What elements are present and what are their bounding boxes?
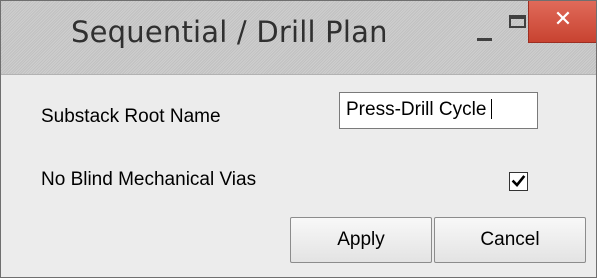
substack-root-name-value: Press-Drill Cycle: [346, 99, 487, 120]
text-caret: [491, 99, 493, 119]
cancel-button[interactable]: Cancel: [434, 217, 586, 263]
close-button[interactable]: ✕: [528, 1, 596, 43]
no-blind-mechanical-vias-checkbox[interactable]: [509, 172, 528, 191]
minimize-icon: [477, 38, 492, 41]
substack-root-name-input[interactable]: Press-Drill Cycle: [339, 92, 538, 129]
maximize-icon: [509, 15, 526, 28]
close-icon: ✕: [553, 7, 573, 32]
checkmark-icon: [511, 175, 526, 187]
window-title: Sequential / Drill Plan: [71, 15, 388, 49]
dialog-window: Sequential / Drill Plan ✕ Substack Root …: [0, 0, 597, 278]
title-bar[interactable]: Sequential / Drill Plan ✕: [1, 1, 596, 75]
substack-root-name-label: Substack Root Name: [41, 106, 221, 127]
apply-button[interactable]: Apply: [290, 217, 432, 263]
no-blind-mechanical-vias-label: No Blind Mechanical Vias: [41, 169, 257, 190]
